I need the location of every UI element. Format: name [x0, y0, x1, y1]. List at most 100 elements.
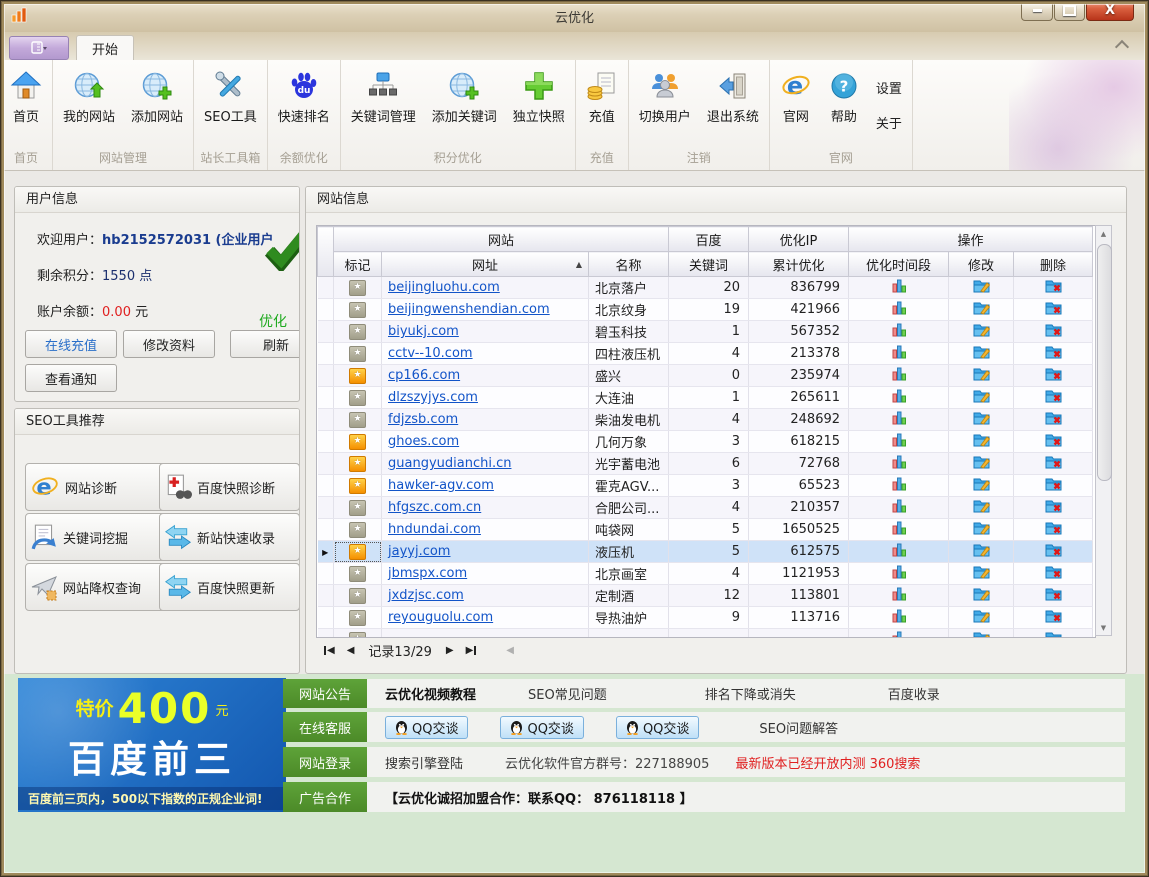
- minimize-button[interactable]: [1021, 1, 1053, 21]
- mark-cell[interactable]: ★: [334, 321, 382, 343]
- collapse-ribbon-icon[interactable]: [1115, 40, 1129, 54]
- mark-cell[interactable]: ★: [334, 475, 382, 497]
- delete-cell[interactable]: [1014, 431, 1093, 453]
- column-period[interactable]: 优化时间段: [849, 252, 949, 277]
- online-recharge-button[interactable]: 在线充值: [25, 330, 117, 358]
- delete-cell[interactable]: [1014, 519, 1093, 541]
- period-cell[interactable]: [849, 365, 949, 387]
- qq-chat-button[interactable]: QQ交谈: [385, 716, 468, 739]
- column-mark[interactable]: 标记: [334, 252, 382, 277]
- delete-cell[interactable]: [1014, 409, 1093, 431]
- edit-cell[interactable]: [949, 519, 1014, 541]
- scrollbar-thumb[interactable]: [1097, 244, 1112, 481]
- add-site-button[interactable]: 添加网站: [123, 61, 191, 148]
- scroll-up-icon[interactable]: ▲: [1096, 226, 1111, 241]
- mark-cell[interactable]: ★: [334, 497, 382, 519]
- edit-cell[interactable]: [949, 431, 1014, 453]
- keyword-manage-button[interactable]: 关键词管理: [343, 61, 424, 148]
- announcement-link[interactable]: 排名下降或消失: [705, 684, 796, 703]
- app-menu-button[interactable]: [9, 36, 69, 60]
- keyword-mining-button[interactable]: 关键词挖掘: [25, 513, 166, 561]
- table-row[interactable]: ▶ ★ guangyudianchi.cn 光宇蓄电池 6 72768: [318, 453, 1093, 475]
- edit-cell[interactable]: [949, 365, 1014, 387]
- delete-cell[interactable]: [1014, 607, 1093, 629]
- site-url-link[interactable]: cctv--10.com: [388, 346, 473, 361]
- table-row[interactable]: ▶ ★ ...: [318, 629, 1093, 639]
- table-row[interactable]: ▶ ★ fdjzsb.com 柴油发电机 4 248692: [318, 409, 1093, 431]
- edit-cell[interactable]: [949, 475, 1014, 497]
- delete-cell[interactable]: [1014, 299, 1093, 321]
- edit-cell[interactable]: [949, 585, 1014, 607]
- mark-cell[interactable]: ★: [334, 409, 382, 431]
- view-notice-button[interactable]: 查看通知: [25, 364, 117, 392]
- home-button[interactable]: 首页: [2, 61, 50, 148]
- fast-ranking-button[interactable]: du 快速排名: [270, 61, 338, 148]
- edit-cell[interactable]: [949, 321, 1014, 343]
- exit-system-button[interactable]: 退出系统: [699, 61, 767, 148]
- mark-cell[interactable]: ★: [334, 563, 382, 585]
- delete-cell[interactable]: [1014, 629, 1093, 639]
- period-cell[interactable]: [849, 563, 949, 585]
- qq-chat-button[interactable]: QQ交谈: [500, 716, 583, 739]
- edit-profile-button[interactable]: 修改资料: [123, 330, 215, 358]
- about-button[interactable]: 关于: [876, 113, 902, 132]
- delete-cell[interactable]: [1014, 387, 1093, 409]
- table-row[interactable]: ▶ ★ jbmspx.com 北京画室 4 1121953: [318, 563, 1093, 585]
- delete-cell[interactable]: [1014, 475, 1093, 497]
- edit-cell[interactable]: [949, 299, 1014, 321]
- mark-cell[interactable]: ★: [334, 277, 382, 299]
- site-url-link[interactable]: beijingwenshendian.com: [388, 302, 550, 317]
- site-url-link[interactable]: dlzszyjys.com: [388, 390, 478, 405]
- delete-cell[interactable]: [1014, 563, 1093, 585]
- period-cell[interactable]: [849, 387, 949, 409]
- baidu-snapshot-diagnose-button[interactable]: 百度快照诊断: [159, 463, 300, 511]
- edit-cell[interactable]: [949, 343, 1014, 365]
- edit-cell[interactable]: [949, 409, 1014, 431]
- delete-cell[interactable]: [1014, 321, 1093, 343]
- table-row[interactable]: ▶ ★ hfgszc.com.cn 合肥公司... 4 210357: [318, 497, 1093, 519]
- add-keyword-button[interactable]: 添加关键词: [424, 61, 505, 148]
- site-url-link[interactable]: jayyj.com: [388, 544, 450, 559]
- edit-cell[interactable]: [949, 541, 1014, 563]
- mark-cell[interactable]: ★: [334, 453, 382, 475]
- site-downgrade-check-button[interactable]: 网站降权查询: [25, 563, 166, 611]
- next-page-button[interactable]: ▶: [446, 645, 454, 656]
- mark-cell[interactable]: ★: [334, 519, 382, 541]
- mark-cell[interactable]: ★: [334, 387, 382, 409]
- my-sites-button[interactable]: 我的网站: [55, 61, 123, 148]
- baidu-snapshot-update-button[interactable]: 百度快照更新: [159, 563, 300, 611]
- mark-cell[interactable]: ★: [334, 629, 382, 639]
- independent-snapshot-button[interactable]: 独立快照: [505, 61, 573, 148]
- column-keywords[interactable]: 关键词: [669, 252, 749, 277]
- announcement-link[interactable]: 云优化视频教程: [385, 684, 476, 703]
- scroll-down-icon[interactable]: ▼: [1096, 620, 1111, 635]
- seo-qa-link[interactable]: SEO问题解答: [759, 718, 838, 737]
- site-url-link[interactable]: hawker-agv.com: [388, 478, 494, 493]
- last-page-button[interactable]: ▶: [466, 645, 477, 656]
- site-url-link[interactable]: jbmspx.com: [388, 566, 467, 581]
- table-row[interactable]: ▶ ★ hawker-agv.com 霍克AGV... 3 65523: [318, 475, 1093, 497]
- period-cell[interactable]: [849, 409, 949, 431]
- table-row[interactable]: ▶ ★ dlzszyjys.com 大连油 1 265611: [318, 387, 1093, 409]
- official-site-button[interactable]: e 官网: [772, 61, 820, 148]
- refresh-button[interactable]: 刷新: [230, 330, 300, 358]
- edit-cell[interactable]: [949, 277, 1014, 299]
- recharge-button[interactable]: 充值: [578, 61, 626, 148]
- period-cell[interactable]: [849, 519, 949, 541]
- first-page-button[interactable]: ◀: [324, 645, 335, 656]
- qq-chat-button[interactable]: QQ交谈: [616, 716, 699, 739]
- site-url-link[interactable]: hfgszc.com.cn: [388, 500, 481, 515]
- table-row[interactable]: ▶ ★ reyouguolu.com 导热油炉 9 113716: [318, 607, 1093, 629]
- vertical-scrollbar[interactable]: ▲ ▼: [1095, 225, 1112, 636]
- delete-cell[interactable]: [1014, 585, 1093, 607]
- settings-button[interactable]: 设置: [876, 78, 902, 97]
- period-cell[interactable]: [849, 629, 949, 639]
- mark-cell[interactable]: ★: [334, 585, 382, 607]
- maximize-button[interactable]: [1054, 1, 1085, 21]
- table-row[interactable]: ▶ ★ beijingluohu.com 北京落户 20 836799: [318, 277, 1093, 299]
- edit-cell[interactable]: [949, 629, 1014, 639]
- edit-cell[interactable]: [949, 563, 1014, 585]
- period-cell[interactable]: [849, 607, 949, 629]
- tab-start[interactable]: 开始: [76, 35, 134, 61]
- period-cell[interactable]: [849, 299, 949, 321]
